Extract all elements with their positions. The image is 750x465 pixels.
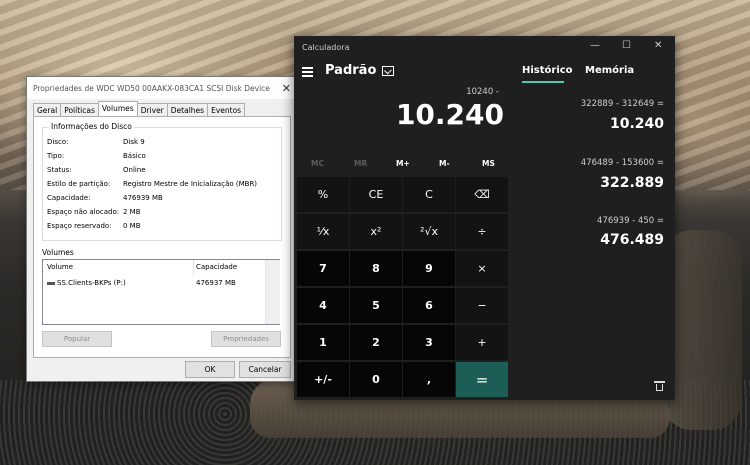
partition-style-value: Registro Mestre de Inicialização (MBR) (123, 180, 258, 188)
status-value: Online (123, 166, 146, 174)
drive-icon (47, 281, 55, 285)
clear-entry-button[interactable]: CE (350, 177, 402, 212)
reciprocal-button[interactable]: ¹⁄x (297, 214, 349, 249)
capacity-value: 476939 MB (123, 194, 163, 202)
dialog-titlebar[interactable]: Propriedades de WDC WD50 00AAKX-083CA1 S… (27, 77, 297, 99)
close-icon[interactable]: ✕ (654, 40, 662, 51)
digit-4-button[interactable]: 4 (297, 288, 349, 323)
volumes-panel: Informações do Disco Disco: Disk 9 Tipo:… (33, 116, 291, 358)
menu-icon[interactable] (302, 67, 313, 79)
divide-button[interactable]: ÷ (456, 214, 508, 249)
digit-8-button[interactable]: 8 (350, 251, 402, 286)
volumes-scrollbar[interactable] (265, 260, 280, 324)
percent-button[interactable]: % (297, 177, 349, 212)
memory-recall-button[interactable]: MR (354, 159, 367, 168)
type-label: Tipo: (47, 152, 65, 160)
partition-style-label: Estilo de partição: (47, 180, 111, 188)
volume-capacity: 476937 MB (196, 279, 236, 287)
calculator-title: Calculadora (302, 43, 350, 52)
keep-on-top-icon[interactable] (382, 66, 394, 76)
history-result: 10.240 (609, 116, 664, 132)
volume-column-header[interactable]: Volume (47, 263, 73, 271)
capacity-column-header[interactable]: Capacidade (196, 263, 237, 271)
tab-history[interactable]: Histórico (522, 65, 573, 76)
digit-6-button[interactable]: 6 (403, 288, 455, 323)
ok-button[interactable]: OK (185, 361, 235, 378)
result-display: 10.240 (395, 98, 504, 131)
calculator-mode: Padrão (325, 63, 377, 78)
column-divider[interactable] (193, 260, 194, 275)
tab-volumes[interactable]: Volumes (97, 101, 138, 117)
trash-icon[interactable] (654, 381, 665, 391)
multiply-button[interactable]: × (456, 251, 508, 286)
square-root-button[interactable]: ²√x (403, 214, 455, 249)
expression-display: 10240 - (466, 87, 499, 97)
decimal-button[interactable]: , (403, 362, 455, 397)
volume-properties-button[interactable]: Propriedades (211, 331, 281, 347)
history-expression: 322889 - 312649 = (580, 99, 664, 109)
digit-3-button[interactable]: 3 (403, 325, 455, 360)
close-icon[interactable]: ✕ (282, 82, 291, 95)
cancel-button[interactable]: Cancelar (239, 361, 291, 378)
history-expression: 476489 - 153600 = (580, 158, 664, 168)
negate-button[interactable]: +/- (297, 362, 349, 397)
subtract-button[interactable]: − (456, 288, 508, 323)
history-expression: 476939 - 450 = (597, 216, 664, 226)
digit-0-button[interactable]: 0 (350, 362, 402, 397)
type-value: Básico (123, 152, 146, 160)
minimize-icon[interactable]: — (590, 40, 600, 51)
clear-button[interactable]: C (403, 177, 455, 212)
calculator-window: Calculadora — ☐ ✕ Padrão 10240 - 10.240 … (294, 36, 675, 400)
volumes-label: Volumes (42, 248, 74, 257)
add-button[interactable]: + (456, 325, 508, 360)
memory-add-button[interactable]: M+ (396, 159, 410, 168)
status-label: Status: (47, 166, 72, 174)
history-result: 322.889 (600, 175, 664, 191)
digit-1-button[interactable]: 1 (297, 325, 349, 360)
memory-store-button[interactable]: MS (482, 159, 495, 168)
memory-clear-button[interactable]: MC (311, 159, 324, 168)
memory-subtract-button[interactable]: M- (439, 159, 450, 168)
reserved-label: Espaço reservado: (47, 222, 112, 230)
digit-5-button[interactable]: 5 (350, 288, 402, 323)
digit-2-button[interactable]: 2 (350, 325, 402, 360)
tab-memory[interactable]: Memória (585, 65, 634, 76)
digit-9-button[interactable]: 9 (403, 251, 455, 286)
history-result: 476.489 (600, 232, 664, 248)
equals-button[interactable]: = (456, 362, 508, 397)
capacity-label: Capacidade: (47, 194, 91, 202)
disk-info-title: Informações do Disco (49, 122, 134, 131)
dialog-title: Propriedades de WDC WD50 00AAKX-083CA1 S… (33, 83, 270, 93)
unallocated-label: Espaço não alocado: (47, 208, 120, 216)
backspace-icon[interactable]: ⌫ (456, 177, 508, 212)
disk-info-group: Informações do Disco Disco: Disk 9 Tipo:… (42, 122, 282, 241)
volumes-list[interactable]: Volume Capacidade SS.Clients-BKPs (P:) 4… (42, 259, 280, 325)
reserved-value: 0 MB (123, 222, 141, 230)
disk-properties-dialog: Propriedades de WDC WD50 00AAKX-083CA1 S… (26, 76, 298, 382)
disk-label: Disco: (47, 138, 69, 146)
unallocated-value: 2 MB (123, 208, 141, 216)
volume-name: SS.Clients-BKPs (P:) (57, 279, 126, 287)
volume-cell: SS.Clients-BKPs (P:) (47, 279, 126, 287)
maximize-icon[interactable]: ☐ (622, 40, 631, 51)
disk-value: Disk 9 (123, 138, 145, 146)
populate-button[interactable]: Popular (42, 331, 112, 347)
square-button[interactable]: x² (350, 214, 402, 249)
digit-7-button[interactable]: 7 (297, 251, 349, 286)
active-tab-indicator (522, 81, 564, 83)
